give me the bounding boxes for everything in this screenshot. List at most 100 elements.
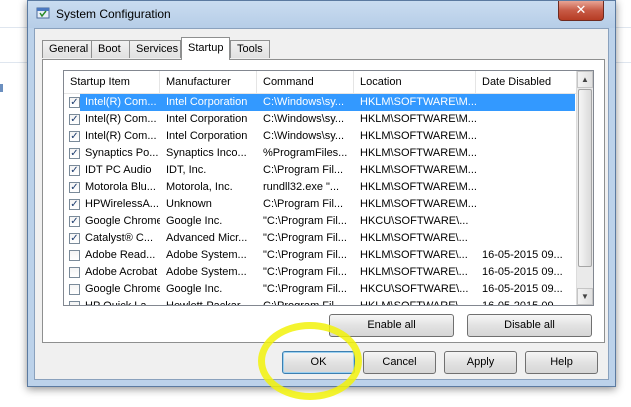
yellow-highlight-annotation [258, 322, 362, 400]
table-row[interactable]: Adobe Read... Adobe System... "C:\Program … [64, 247, 576, 264]
column-header-manufacturer[interactable]: Manufacturer [160, 71, 257, 93]
startup-item-checkbox[interactable] [69, 267, 80, 278]
cell-command: C:\Program Fil... [263, 198, 344, 210]
cell-location: HKLM\SOFTWARE\M... [360, 164, 476, 176]
cell-location: HKLM\SOFTWARE\... [360, 232, 468, 244]
cell-startup-item: Google Chrome [85, 283, 160, 295]
table-row[interactable]: HP Quick La... Hewlett-Packar... C:\Progra… [64, 298, 576, 306]
cell-manufacturer: Adobe System... [166, 266, 247, 278]
cell-command: "C:\Program Fil... [263, 283, 347, 295]
cell-startup-item: Catalyst® C... [85, 232, 154, 244]
table-row[interactable]: ✓ Catalyst® C... Advanced Micr... "C:\Progr… [64, 230, 576, 247]
help-button[interactable]: Help [525, 351, 598, 374]
startup-item-checkbox[interactable]: ✓ [69, 148, 80, 159]
table-row[interactable]: Google Chrome Google Inc. "C:\Program Fil.… [64, 281, 576, 298]
tab-startup[interactable]: Startup [181, 37, 230, 60]
arrow-up-icon[interactable]: ▲ [577, 71, 593, 88]
cell-manufacturer: Advanced Micr... [166, 232, 248, 244]
cell-date-disabled [476, 128, 576, 145]
cell-date-disabled [476, 213, 576, 230]
title-bar[interactable]: System Configuration ✕ [28, 1, 615, 28]
arrow-down-icon[interactable]: ▼ [577, 288, 593, 305]
apply-button[interactable]: Apply [444, 351, 517, 374]
startup-item-checkbox[interactable] [69, 284, 80, 295]
cell-command: "C:\Program Fil... [263, 266, 347, 278]
startup-item-checkbox[interactable]: ✓ [69, 182, 80, 193]
cell-location: HKLM\SOFTWARE\M... [360, 181, 476, 193]
cell-manufacturer: Intel Corporation [166, 113, 248, 125]
cell-command: %ProgramFiles... [263, 147, 348, 159]
cell-location: HKLM\SOFTWARE\M... [360, 198, 476, 210]
cell-startup-item: HP Quick La... [85, 300, 156, 306]
column-header-command[interactable]: Command [257, 71, 354, 93]
cell-manufacturer: Synaptics Inco... [166, 147, 247, 159]
table-row[interactable]: ✓ HPWirelessA... Unknown C:\Program Fil... H… [64, 196, 576, 213]
table-row[interactable]: Adobe Acrobat Adobe System... "C:\Program … [64, 264, 576, 281]
cell-date-disabled: 16-05-2015 09... [482, 283, 563, 295]
table-row[interactable]: ✓ Google Chrome Google Inc. "C:\Program Fil… [64, 213, 576, 230]
column-header-startup-item[interactable]: Startup Item [64, 71, 160, 93]
cell-manufacturer: Intel Corporation [166, 130, 248, 142]
tab-general[interactable]: General [42, 40, 92, 58]
startup-item-checkbox[interactable] [69, 301, 80, 305]
cell-startup-item: Adobe Acrobat [85, 266, 158, 278]
table-row[interactable]: ✓ Synaptics Po... Synaptics Inco... %Progra… [64, 145, 576, 162]
cell-command: "C:\Program Fil... [263, 232, 347, 244]
cell-manufacturer: Adobe System... [166, 249, 247, 261]
cell-date-disabled [476, 179, 576, 196]
table-row[interactable]: ✓ Intel(R) Com... Intel Corporation C:\Wind… [64, 128, 576, 145]
cell-startup-item: Intel(R) Com... [85, 113, 157, 125]
cell-location: HKLM\SOFTWARE\M... [360, 147, 476, 159]
cell-startup-item: Motorola Blu... [85, 181, 156, 193]
vertical-scrollbar[interactable]: ▲ ▼ [576, 71, 593, 305]
cell-command: C:\Program Fil... [263, 300, 344, 306]
cell-manufacturer: Motorola, Inc. [166, 181, 233, 193]
startup-item-checkbox[interactable]: ✓ [69, 131, 80, 142]
cell-location: HKLM\SOFTWARE\... [360, 266, 468, 278]
cell-startup-item: Google Chrome [85, 215, 160, 227]
cell-command: C:\Windows\sy... [263, 113, 345, 125]
cell-startup-item: Intel(R) Com... [85, 130, 157, 142]
cell-manufacturer: Google Inc. [166, 283, 223, 295]
table-row[interactable]: ✓ Intel(R) Com... Intel Corporation C:\Wind… [64, 94, 576, 111]
cancel-button[interactable]: Cancel [363, 351, 436, 374]
tab-boot[interactable]: Boot [91, 40, 130, 58]
table-row[interactable]: ✓ Intel(R) Com... Intel Corporation C:\Wind… [64, 111, 576, 128]
window-title: System Configuration [56, 7, 171, 21]
table-row[interactable]: ✓ Motorola Blu... Motorola, Inc. rundll32.e… [64, 179, 576, 196]
tab-services[interactable]: Services [129, 40, 181, 58]
column-header-location[interactable]: Location [354, 71, 476, 93]
cell-manufacturer: IDT, Inc. [166, 164, 207, 176]
cell-startup-item: HPWirelessA... [85, 198, 159, 210]
startup-item-checkbox[interactable]: ✓ [69, 97, 80, 108]
startup-item-checkbox[interactable]: ✓ [69, 216, 80, 227]
cell-manufacturer: Hewlett-Packar... [166, 300, 250, 306]
cell-date-disabled: 16-05-2015 09... [482, 249, 563, 261]
column-header-date-disabled[interactable]: Date Disabled [476, 71, 576, 93]
cell-command: "C:\Program Fil... [263, 249, 347, 261]
startup-item-checkbox[interactable]: ✓ [69, 165, 80, 176]
list-header: Startup Item Manufacturer Command Locati… [64, 71, 576, 94]
cell-command: C:\Windows\sy... [263, 96, 345, 108]
cell-startup-item: Intel(R) Com... [85, 96, 157, 108]
cell-date-disabled [476, 196, 576, 213]
table-row[interactable]: ✓ IDT PC Audio IDT, Inc. C:\Program Fil... H… [64, 162, 576, 179]
background-marker [0, 84, 3, 92]
cell-date-disabled [476, 94, 576, 111]
startup-item-checkbox[interactable]: ✓ [69, 233, 80, 244]
cell-startup-item: Adobe Read... [85, 249, 156, 261]
cell-location: HKLM\SOFTWARE\M... [360, 96, 476, 108]
startup-item-checkbox[interactable] [69, 250, 80, 261]
startup-items-list[interactable]: Startup Item Manufacturer Command Locati… [63, 70, 594, 306]
startup-item-checkbox[interactable]: ✓ [69, 199, 80, 210]
tab-tools[interactable]: Tools [230, 40, 270, 58]
startup-item-checkbox[interactable]: ✓ [69, 114, 80, 125]
cell-location: HKLM\SOFTWARE\... [360, 300, 468, 306]
cell-command: C:\Program Fil... [263, 164, 344, 176]
cell-date-disabled [476, 145, 576, 162]
close-button[interactable]: ✕ [558, 1, 604, 21]
cell-date-disabled: 16-05-2015 09... [482, 266, 563, 278]
disable-all-button[interactable]: Disable all [467, 314, 592, 337]
cell-date-disabled [476, 162, 576, 179]
scrollbar-thumb[interactable] [578, 89, 592, 267]
